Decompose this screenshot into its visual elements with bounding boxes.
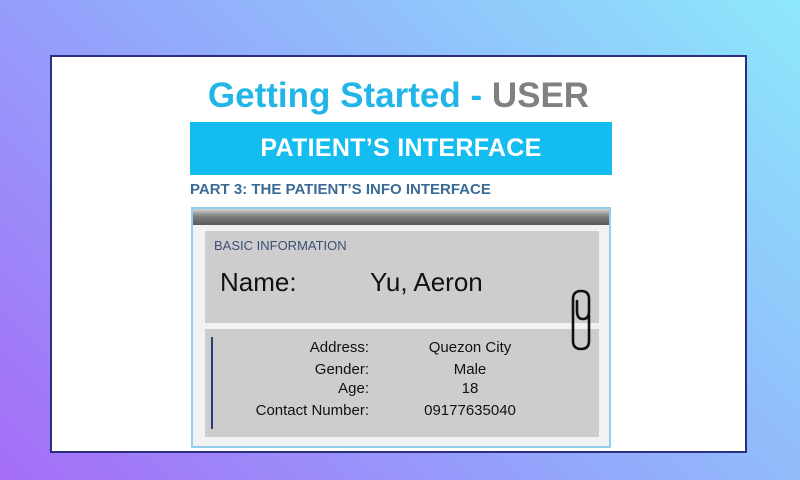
title-separator: - [460,76,492,115]
section-banner: PATIENT’S INTERFACE [190,122,612,175]
details-panel: Address: Quezon City Gender: Male Age: 1… [205,329,599,437]
basic-information-panel: BASIC INFORMATION Name: Yu, Aeron [205,231,599,323]
name-value: Yu, Aeron [370,267,483,297]
slide-card: Getting Started - USER PATIENT’S INTERFA… [50,55,747,453]
contact-number-value: 09177635040 [424,402,516,419]
age-value: 18 [461,380,479,397]
contact-number-label: Contact Number: [255,402,369,419]
patient-info-screen: BASIC INFORMATION Name: Yu, Aeron Addres… [191,207,611,448]
part-label: PART 3: THE PATIENT’S INFO INTERFACE [190,181,491,198]
details-accent-bar [211,337,213,429]
basic-information-title: BASIC INFORMATION [214,238,347,253]
window-top-bar [193,209,609,225]
address-value: Quezon City [428,339,512,356]
age-label: Age: [338,380,369,397]
title-getting-started: Getting Started [207,76,461,115]
gender-value: Male [453,361,487,378]
title-user: USER [491,76,590,115]
name-label: Name: [220,267,297,297]
gender-label: Gender: [314,361,369,378]
address-label: Address: [309,339,369,356]
paperclip-icon[interactable] [566,285,600,355]
page-title: Getting Started - USER [52,75,745,117]
